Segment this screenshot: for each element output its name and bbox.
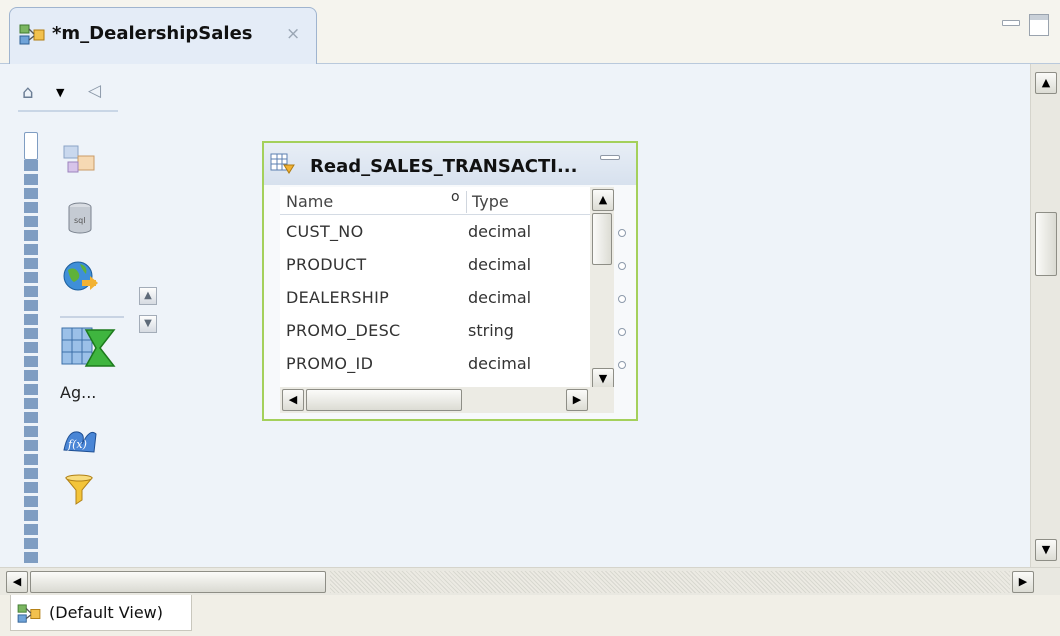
read-transformation-object[interactable]: Read_SALES_TRANSACTI... Name o Type CUST…: [262, 141, 638, 421]
scroll-right-button[interactable]: ▶: [566, 389, 588, 411]
palette-scroll-up-button[interactable]: ▲: [139, 287, 157, 305]
port-name: DEALERSHIP: [286, 288, 390, 307]
tab-default-view[interactable]: (Default View): [10, 595, 192, 631]
port-type: decimal: [468, 354, 532, 373]
output-port[interactable]: [618, 229, 626, 237]
grid-vertical-scrollbar[interactable]: ▲ ▼: [590, 187, 614, 392]
table-row[interactable]: PROMO_DESC string: [280, 316, 602, 349]
scroll-thumb[interactable]: [592, 213, 612, 265]
scroll-right-button[interactable]: ▶: [1012, 571, 1034, 593]
minimize-object-button[interactable]: [600, 155, 620, 160]
scroll-thumb[interactable]: [30, 571, 326, 593]
mapping-editor-window: *m_DealershipSales × ⌂ ▼ ◁ sql Ag... f(x…: [0, 0, 1060, 636]
svg-text:f(x): f(x): [67, 438, 87, 451]
scroll-thumb[interactable]: [306, 389, 462, 411]
port-name: PROMO_ID: [286, 354, 374, 373]
collapse-palette-icon[interactable]: ◁: [88, 81, 101, 101]
ports-grid: Name o Type CUST_NO decimal PRODUCT deci…: [280, 187, 602, 387]
palette-item-label: Ag...: [60, 383, 97, 402]
column-header-type[interactable]: Type: [472, 192, 509, 211]
port-type: decimal: [468, 288, 532, 307]
scroll-left-button[interactable]: ◀: [6, 571, 28, 593]
palette-strip-handle[interactable]: [24, 132, 38, 160]
minimize-button[interactable]: [1002, 20, 1020, 26]
canvas-horizontal-scrollbar[interactable]: ◀ ▶: [0, 567, 1060, 595]
table-row[interactable]: DEALERSHIP decimal: [280, 283, 602, 316]
column-header-name[interactable]: Name: [286, 192, 333, 211]
database-icon[interactable]: sql: [60, 199, 100, 239]
port-name: PRODUCT: [286, 255, 367, 274]
port-type: decimal: [468, 222, 532, 241]
output-port[interactable]: [618, 295, 626, 303]
chevron-down-icon[interactable]: ▼: [56, 86, 64, 99]
palette-scroll-down-button[interactable]: ▼: [139, 315, 157, 333]
canvas-vertical-scrollbar[interactable]: ▲ ▼: [1030, 64, 1060, 567]
palette-divider: [60, 316, 124, 318]
tab-m-dealershipsales[interactable]: *m_DealershipSales ×: [9, 7, 317, 64]
view-tab-label: (Default View): [49, 603, 163, 622]
port-type: decimal: [468, 255, 532, 274]
port-type: string: [468, 321, 514, 340]
mapping-icon: [17, 604, 41, 623]
palette-strip[interactable]: [24, 160, 38, 565]
read-table-icon: [270, 153, 295, 174]
output-port[interactable]: [618, 361, 626, 369]
mapping-icon: [19, 24, 45, 45]
svg-text:sql: sql: [74, 216, 85, 225]
scroll-thumb[interactable]: [1035, 212, 1057, 276]
port-name: CUST_NO: [286, 222, 364, 241]
expression-icon[interactable]: f(x): [60, 420, 100, 460]
maximize-button[interactable]: [1029, 14, 1049, 36]
grid-header: Name o Type: [280, 187, 602, 215]
select-tool-icon[interactable]: ⌂: [22, 82, 33, 103]
table-row[interactable]: PROMO_ID decimal: [280, 349, 602, 382]
close-icon[interactable]: ×: [286, 24, 300, 44]
grid-horizontal-scrollbar[interactable]: ◀ ▶: [280, 387, 614, 413]
view-tab-bar: (Default View): [0, 595, 1060, 636]
scroll-left-button[interactable]: ◀: [282, 389, 304, 411]
editor-tab-title: *m_DealershipSales: [52, 23, 253, 44]
scroll-track[interactable]: [330, 571, 1010, 593]
table-row[interactable]: CUST_NO decimal: [280, 217, 602, 250]
output-port[interactable]: [618, 262, 626, 270]
table-row[interactable]: PRODUCT decimal: [280, 250, 602, 283]
scroll-up-button[interactable]: ▲: [1035, 72, 1057, 94]
scroll-down-button[interactable]: ▼: [1035, 539, 1057, 561]
output-port[interactable]: [618, 328, 626, 336]
transformation-header[interactable]: Read_SALES_TRANSACTI...: [264, 143, 636, 185]
column-separator[interactable]: [466, 191, 467, 213]
web-service-icon[interactable]: [60, 256, 100, 296]
mapping-icon[interactable]: [60, 140, 100, 180]
port-name: PROMO_DESC: [286, 321, 401, 340]
editor-tab-strip: *m_DealershipSales ×: [0, 0, 1060, 64]
aggregator-icon[interactable]: [60, 322, 118, 374]
palette-toolbar: ⌂ ▼ ◁: [18, 72, 118, 112]
filter-icon[interactable]: [60, 470, 100, 510]
column-port-indicator: o: [451, 189, 460, 205]
scroll-up-button[interactable]: ▲: [592, 189, 614, 211]
transformation-title: Read_SALES_TRANSACTI...: [310, 156, 578, 177]
